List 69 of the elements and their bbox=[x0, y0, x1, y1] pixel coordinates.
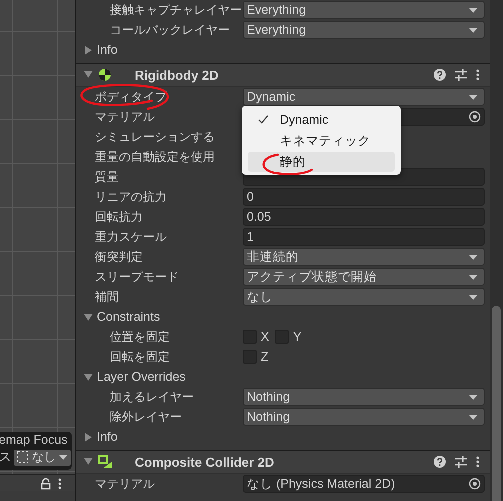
scrollbar-thumb[interactable] bbox=[492, 306, 501, 501]
field-label: マテリアル bbox=[94, 476, 156, 492]
field-label: 接触キャプチャレイヤー bbox=[109, 2, 243, 18]
caret-icon bbox=[469, 254, 478, 260]
foldout-header[interactable]: Info bbox=[84, 43, 118, 57]
menu-icon[interactable] bbox=[58, 478, 62, 490]
number-field[interactable]: 0.05 bbox=[243, 208, 485, 226]
target-icon bbox=[469, 478, 481, 490]
menu-item[interactable]: Dynamic bbox=[248, 110, 395, 130]
field-label: 加えるレイヤー bbox=[109, 388, 195, 406]
checkbox-label: Y bbox=[293, 330, 302, 344]
caret-icon bbox=[469, 274, 478, 280]
object-field[interactable]: なし (Physics Material 2D) bbox=[243, 475, 485, 493]
number-field[interactable]: 1 bbox=[243, 228, 485, 246]
caret-icon bbox=[469, 414, 478, 420]
field-label: 衝突判定 bbox=[94, 248, 144, 266]
dropdown-field[interactable]: なし bbox=[243, 288, 485, 306]
sliders-icon[interactable] bbox=[455, 69, 467, 81]
focus-dropdown[interactable]: なし bbox=[14, 450, 71, 466]
number-field[interactable]: 0 bbox=[243, 188, 485, 206]
checkbox-label: Z bbox=[261, 350, 269, 364]
component-header[interactable]: Rigidbody 2D bbox=[76, 63, 490, 87]
dropdown-field[interactable]: Nothing bbox=[243, 388, 485, 406]
caret-icon bbox=[469, 394, 478, 400]
help-icon[interactable] bbox=[434, 69, 446, 81]
help-icon[interactable] bbox=[434, 456, 446, 468]
checkbox-label: X bbox=[261, 330, 270, 344]
field-label: 回転抗力 bbox=[94, 208, 144, 226]
object-value: なし (Physics Material 2D) bbox=[247, 476, 396, 492]
field-label: リニアの抗力 bbox=[94, 188, 168, 206]
menu-icon[interactable] bbox=[476, 456, 480, 468]
field-label: 除外レイヤー bbox=[109, 408, 183, 426]
foldout-header[interactable]: Layer Overrides bbox=[84, 370, 186, 384]
field-label: コールバックレイヤー bbox=[109, 22, 231, 38]
field-label: 重量の自動設定を使用 bbox=[94, 148, 216, 166]
dropdown-field[interactable]: Everything bbox=[243, 21, 485, 39]
foldout-header[interactable]: Constraints bbox=[84, 310, 160, 324]
field-label: 質量 bbox=[94, 168, 120, 186]
lock-icon[interactable] bbox=[40, 478, 52, 490]
field-label: 位置を固定 bbox=[109, 328, 171, 346]
field-label: 重力スケール bbox=[94, 228, 168, 246]
focus-label: ス bbox=[0, 449, 12, 466]
dropdown-field[interactable]: Dynamic bbox=[243, 88, 485, 106]
field-label: マテリアル bbox=[94, 108, 156, 126]
foldout-header[interactable]: Info bbox=[84, 430, 118, 444]
component-title: Rigidbody 2D bbox=[135, 68, 219, 82]
field-label: スリープモード bbox=[94, 268, 180, 286]
sliders-icon[interactable] bbox=[455, 456, 467, 468]
dropdown-field[interactable]: 非連続的 bbox=[243, 248, 485, 266]
rigidbody-icon bbox=[98, 68, 113, 82]
menu-item[interactable]: キネマティック bbox=[248, 131, 395, 151]
caret-icon bbox=[59, 455, 68, 460]
caret-icon bbox=[469, 94, 478, 100]
dropdown-field[interactable]: Nothing bbox=[243, 408, 485, 426]
target-icon bbox=[469, 111, 481, 123]
checkmark-icon bbox=[258, 115, 269, 124]
component-header[interactable]: Composite Collider 2D bbox=[76, 450, 490, 474]
collider-icon bbox=[98, 455, 113, 469]
field-label: 回転を固定 bbox=[109, 348, 171, 366]
field-label: 補間 bbox=[94, 288, 120, 306]
caret-icon bbox=[469, 294, 478, 300]
caret-icon bbox=[469, 8, 478, 12]
dashed-square-icon bbox=[17, 451, 29, 464]
dropdown-field[interactable]: アクティブ状態で開始 bbox=[243, 268, 485, 286]
menu-icon[interactable] bbox=[476, 69, 480, 81]
component-title: Composite Collider 2D bbox=[135, 454, 274, 470]
caret-icon bbox=[469, 28, 478, 32]
field-label: シミュレーションする bbox=[94, 128, 216, 146]
dropdown-field[interactable]: Everything bbox=[243, 1, 485, 19]
